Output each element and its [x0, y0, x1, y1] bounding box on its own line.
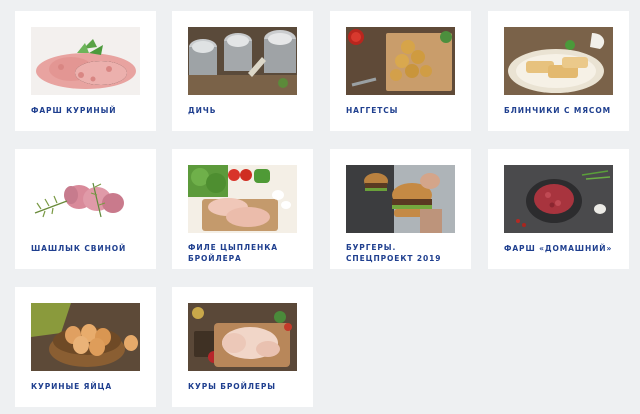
- product-card-pancakes-with-meat[interactable]: БЛИНЧИКИ С МЯСОМ: [488, 11, 629, 131]
- product-label[interactable]: КУРЫ БРОЙЛЕРЫ: [188, 381, 306, 392]
- product-card-pork-skewer[interactable]: ШАШЛЫК СВИНОЙ: [15, 149, 156, 269]
- product-image-whole-broiler-chicken[interactable]: [188, 303, 297, 371]
- product-label[interactable]: ШАШЛЫК СВИНОЙ: [31, 243, 149, 254]
- product-label[interactable]: БУРГЕРЫ. СПЕЦПРОЕКТ 2019: [346, 242, 464, 264]
- product-image-canned-game[interactable]: [188, 27, 297, 95]
- product-label[interactable]: КУРИНЫЕ ЯЙЦА: [31, 381, 149, 392]
- product-image-chicken-fillet[interactable]: [188, 165, 297, 233]
- product-label[interactable]: ФАРШ «ДОМАШНИЙ»: [504, 243, 622, 254]
- product-card-minced-chicken[interactable]: ФАРШ КУРИНЫЙ: [15, 11, 156, 131]
- product-card-chicken-fillet[interactable]: ФИЛЕ ЦЫПЛЕНКА БРОЙЛЕРА: [172, 149, 313, 269]
- product-card-whole-broiler-chicken[interactable]: КУРЫ БРОЙЛЕРЫ: [172, 287, 313, 407]
- product-image-nuggets[interactable]: [346, 27, 455, 95]
- product-label[interactable]: ДИЧЬ: [188, 105, 306, 116]
- product-image-chicken-eggs[interactable]: [31, 303, 140, 371]
- product-label[interactable]: ФАРШ КУРИНЫЙ: [31, 105, 149, 116]
- product-label[interactable]: ФИЛЕ ЦЫПЛЕНКА БРОЙЛЕРА: [188, 242, 306, 264]
- product-card-burger[interactable]: БУРГЕРЫ. СПЕЦПРОЕКТ 2019: [330, 149, 471, 269]
- product-image-minced-chicken[interactable]: [31, 27, 140, 95]
- product-card-nuggets[interactable]: НАГГЕТСЫ: [330, 11, 471, 131]
- product-image-pancakes-with-meat[interactable]: [504, 27, 613, 95]
- product-label[interactable]: БЛИНЧИКИ С МЯСОМ: [504, 105, 622, 116]
- product-card-minced-meat-homemade[interactable]: ФАРШ «ДОМАШНИЙ»: [488, 149, 629, 269]
- product-card-chicken-eggs[interactable]: КУРИНЫЕ ЯЙЦА: [15, 287, 156, 407]
- product-image-minced-meat-homemade[interactable]: [504, 165, 613, 233]
- product-card-canned-game[interactable]: ДИЧЬ: [172, 11, 313, 131]
- product-image-pork-skewer[interactable]: [31, 165, 140, 233]
- product-label[interactable]: НАГГЕТСЫ: [346, 105, 464, 116]
- product-image-burger[interactable]: [346, 165, 455, 233]
